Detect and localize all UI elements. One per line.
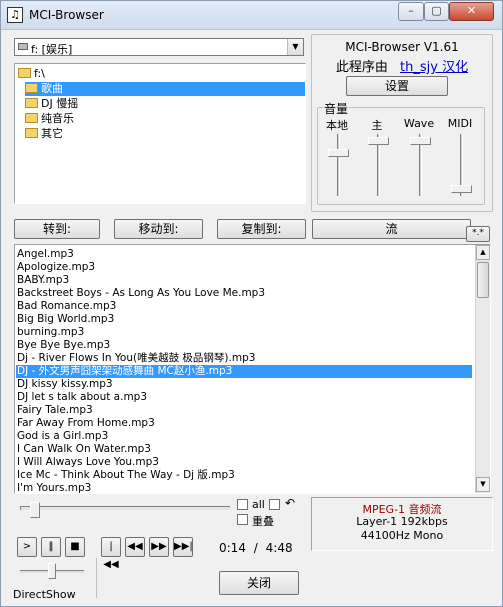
minimize-icon[interactable]: – [398,2,424,21]
seek-track[interactable] [20,506,230,510]
format-panel: MPEG-1 音频流 Layer-1 192kbps 44100Hz Mono [311,497,493,551]
folder-open-icon [18,68,31,78]
file-list-item[interactable]: DJ let s talk about a.mp3 [17,391,147,404]
stream-button[interactable]: 流 [312,219,471,239]
tree-item-root[interactable]: f:\ [18,67,45,81]
drive-select[interactable]: f: [娱乐] ▼ [14,38,304,56]
volume-track-local[interactable] [337,134,340,196]
file-list-item[interactable]: DJ - 外文男声囧架架动感舞曲 MC赵小渔.mp3 [16,365,472,378]
title-bar[interactable]: ♫ MCI-Browser – ▢ ✕ [1,1,502,30]
folder-tree[interactable]: f:\ 歌曲 DJ 慢摇 纯音乐 其它 [14,63,306,204]
all-checkbox[interactable] [237,499,248,510]
volume-label-local: 本地 [326,119,348,132]
maximize-icon[interactable]: ▢ [424,2,449,21]
file-list-item[interactable]: I'm Yours.mp3 [17,482,91,493]
scroll-down-icon[interactable]: ▼ [476,477,490,492]
format-layer: Layer-1 192kbps [356,515,448,528]
main-window: ♫ MCI-Browser – ▢ ✕ f: [娱乐] ▼ f:\ 歌曲 DJ … [0,0,503,607]
player-volume-slider[interactable] [48,563,56,579]
copy-to-button[interactable]: 复制到: [217,219,306,239]
engine-label: DirectShow [13,588,76,601]
file-list-item[interactable]: DJ kissy kissy.mp3 [17,378,113,391]
volume-slider-wave[interactable] [410,136,431,145]
file-list-scrollbar[interactable]: ▲ ▼ [475,245,490,493]
volume-slider-local[interactable] [328,149,349,158]
close-button[interactable]: 关闭 [219,571,299,595]
seek-slider[interactable] [30,502,40,518]
file-list-item[interactable]: Bad Romance.mp3 [17,300,116,313]
file-list-item[interactable]: Angel.mp3 [17,248,74,261]
pause-icon[interactable]: ‖ [41,537,61,557]
file-list-item[interactable]: burning.mp3 [17,326,84,339]
music-note-icon: ♫ [7,7,23,23]
file-list-item[interactable]: God is a Girl.mp3 [17,430,108,443]
settings-button[interactable]: 设置 [346,76,448,96]
play-icon[interactable]: > [17,537,37,557]
file-list-item[interactable]: Dj - River Flows In You(唯美越鼓 极品钢琴).mp3 [17,352,255,365]
close-icon[interactable]: ✕ [449,2,494,21]
tree-item-dj[interactable]: DJ 慢摇 [25,97,78,111]
all-label: all [252,498,265,511]
file-mask-button[interactable]: *.* [466,226,490,242]
tree-item-songs[interactable]: 歌曲 [25,82,305,96]
file-list-item[interactable]: Big Big World.mp3 [17,313,114,326]
folder-icon [25,98,38,108]
credit-line: 此程序由 th_sjy 汉化 [335,60,469,75]
chevron-down-icon[interactable]: ▼ [287,39,303,55]
move-to-button[interactable]: 移动到: [114,219,203,239]
rewind-icon[interactable]: ◀◀ [125,537,145,557]
time-separator: / [253,541,258,555]
version-text: MCI-Browser V1.61 [345,40,459,54]
drive-icon [18,43,28,50]
stop-icon[interactable]: ■ [65,537,85,557]
scroll-thumb[interactable] [477,262,489,298]
volume-title: 音量 [323,100,350,117]
repeat-checkbox[interactable] [237,514,248,525]
skip-forward-icon[interactable]: ▶▶| [173,537,193,557]
volume-slider-master[interactable] [368,136,389,145]
repeat-label: 重叠 [252,515,274,528]
time-display: 0:14 / 4:48 [219,541,293,555]
fast-forward-icon[interactable]: ▶▶ [149,537,169,557]
file-list-item[interactable]: Apologize.mp3 [17,261,95,274]
file-list-item[interactable]: Bye Bye Bye.mp3 [17,339,110,352]
file-list-item[interactable]: BABY.mp3 [17,274,69,287]
file-list-item[interactable]: Ice Mc - Think About The Way - Dj 版.mp3 [17,469,235,482]
total-time: 4:48 [265,541,293,555]
volume-label-midi: MIDI [447,117,473,130]
volume-label-wave: Wave [403,117,435,130]
folder-open-icon [25,83,38,93]
current-time: 0:14 [219,541,246,555]
window-title: MCI-Browser [29,8,104,22]
folder-icon [25,113,38,123]
file-list-item[interactable]: Far Away From Home.mp3 [17,417,155,430]
goto-button[interactable]: 转到: [14,219,100,239]
tree-item-other[interactable]: 其它 [25,127,63,141]
volume-label-master: 主 [371,119,383,132]
divider [96,558,97,598]
file-list-item[interactable]: I Will Always Love You.mp3 [17,456,159,469]
loop-checkbox[interactable] [269,499,280,510]
loop-icon: ↶ [285,496,296,510]
volume-slider-midi[interactable] [451,185,472,194]
file-list-item[interactable]: I Can Walk On Water.mp3 [17,443,151,456]
skip-back-icon[interactable]: |◀◀ [101,537,121,570]
format-rate: 44100Hz Mono [360,529,444,542]
drive-select-value: f: [娱乐] [31,43,73,56]
tree-item-instrumental[interactable]: 纯音乐 [25,112,74,126]
file-list-item[interactable]: Backstreet Boys - As Long As You Love Me… [17,287,265,300]
scroll-up-icon[interactable]: ▲ [476,245,490,260]
translator-link[interactable]: th_sjy 汉化 [400,60,468,75]
file-list[interactable]: Angel.mp3 Apologize.mp3 BABY.mp3 Backstreet… [14,244,491,494]
folder-icon [25,128,38,138]
file-list-item[interactable]: Fairy Tale.mp3 [17,404,93,417]
